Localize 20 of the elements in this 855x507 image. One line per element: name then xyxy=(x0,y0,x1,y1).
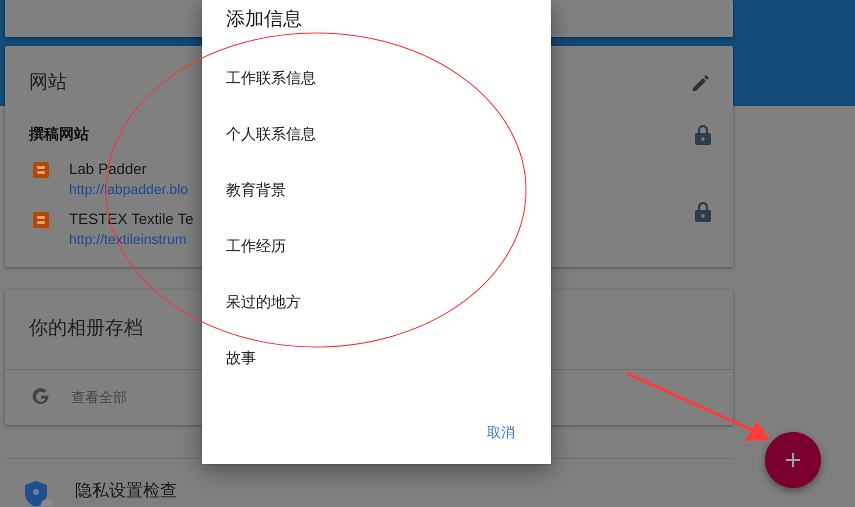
lock-icon xyxy=(695,202,711,222)
menu-option[interactable]: 教育背景 xyxy=(202,163,551,219)
privacy-check-label: 隐私设置检查 xyxy=(75,481,177,501)
blog-icon xyxy=(33,212,49,228)
google-icon xyxy=(31,387,51,407)
menu-option[interactable]: 工作经历 xyxy=(202,219,551,275)
menu-option[interactable]: 呆过的地方 xyxy=(202,275,551,331)
menu-option[interactable]: 工作联系信息 xyxy=(202,51,551,107)
dialog-title: 添加信息 xyxy=(225,8,303,32)
edit-button[interactable] xyxy=(691,73,711,93)
plus-icon xyxy=(785,452,801,468)
cancel-button[interactable]: 取消 xyxy=(481,421,521,444)
lock-icon xyxy=(695,125,711,145)
blog-icon xyxy=(33,162,49,178)
card-title: 网站 xyxy=(29,70,67,95)
section-heading: 撰稿网站 xyxy=(29,124,89,145)
shield-icon xyxy=(23,481,53,506)
add-button[interactable] xyxy=(765,432,821,488)
card-title: 你的相册存档 xyxy=(29,317,143,342)
menu-option[interactable]: 个人联系信息 xyxy=(202,107,551,163)
